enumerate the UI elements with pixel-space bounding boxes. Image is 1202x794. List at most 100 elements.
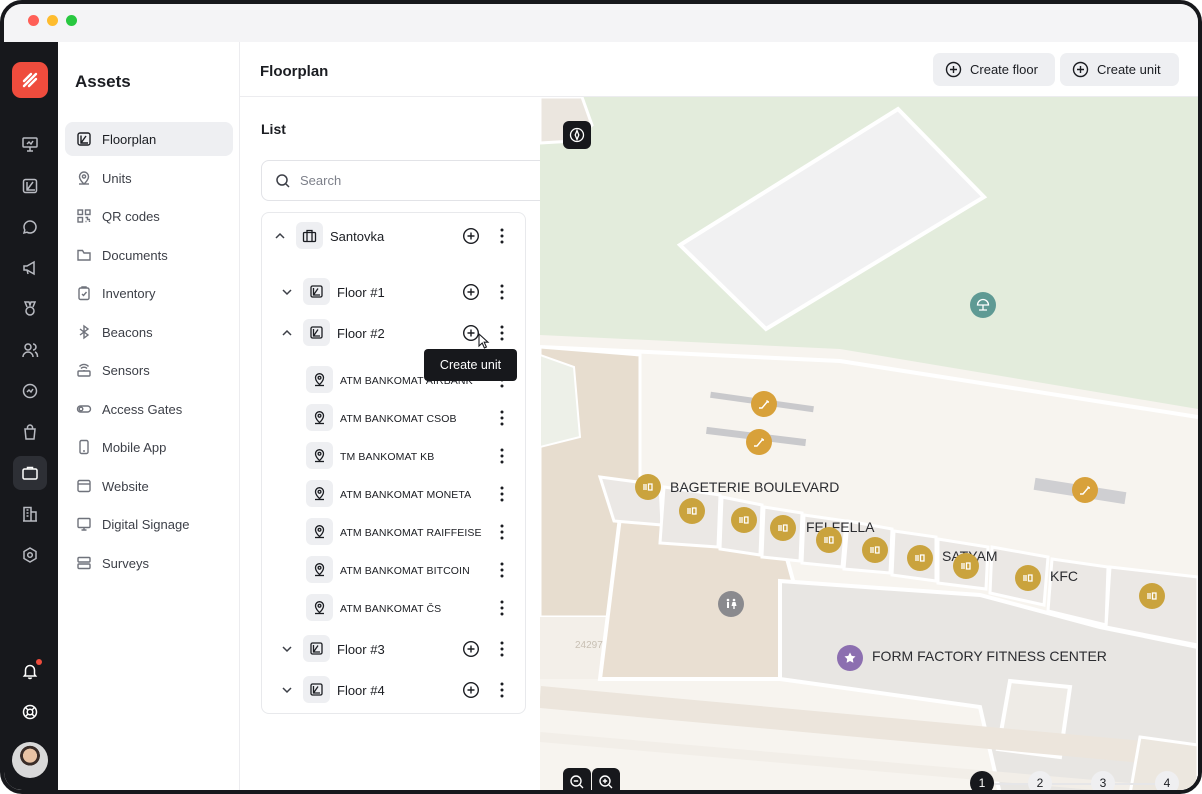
page-header: Floorplan Create floor Create unit [240, 42, 1198, 97]
escalator-poi-icon[interactable] [751, 391, 777, 417]
restaurant-poi-icon[interactable] [816, 527, 842, 553]
chevron-down-icon[interactable] [280, 285, 294, 299]
floorplan-icon[interactable] [13, 169, 47, 203]
restaurant-poi-icon[interactable] [1015, 565, 1041, 591]
restroom-poi-icon[interactable] [718, 591, 744, 617]
floorplan-icon [77, 132, 91, 146]
asset-tree: Santovka Floor #1 Floor #2 ATM BANKOMAT … [261, 212, 526, 714]
add-circle-icon[interactable] [462, 681, 480, 699]
zoom-out-button[interactable] [563, 768, 591, 790]
more-vertical-icon[interactable] [495, 447, 509, 465]
floor-page-button[interactable]: 2 [1028, 771, 1052, 790]
megaphone-icon[interactable] [13, 251, 47, 285]
maximize-window-dot[interactable] [66, 15, 77, 26]
sidebar-item-website[interactable]: Website [65, 469, 233, 503]
chevron-up-icon[interactable] [280, 326, 294, 340]
compass-button[interactable] [563, 121, 591, 149]
more-vertical-icon[interactable] [495, 409, 509, 427]
restaurant-poi-icon[interactable] [953, 553, 979, 579]
tree-row-unit[interactable]: ATM BANKOMAT CSOB [262, 401, 525, 435]
more-vertical-icon[interactable] [495, 283, 509, 301]
sidebar-item-mobile-app[interactable]: Mobile App [65, 430, 233, 464]
medal-icon[interactable] [13, 292, 47, 326]
map-pin-icon [78, 171, 90, 185]
more-vertical-icon[interactable] [495, 640, 509, 658]
support-icon[interactable] [13, 695, 47, 729]
sidebar-item-surveys[interactable]: Surveys [65, 546, 233, 580]
restaurant-poi-icon[interactable] [679, 498, 705, 524]
chevron-down-icon[interactable] [280, 642, 294, 656]
sidebar-item-documents[interactable]: Documents [65, 238, 233, 272]
sidebar-item-sensors[interactable]: Sensors [65, 353, 233, 387]
phone-icon [79, 439, 89, 455]
umbrella-poi-icon[interactable] [970, 292, 996, 318]
floor-page-button[interactable]: 1 [970, 771, 994, 790]
close-window-dot[interactable] [28, 15, 39, 26]
sidebar-item-qr-codes[interactable]: QR codes [65, 199, 233, 233]
more-vertical-icon[interactable] [495, 324, 509, 342]
tree-row-unit[interactable]: ATM BANKOMAT ČS [262, 591, 525, 625]
restaurant-poi-icon[interactable] [1139, 583, 1165, 609]
add-circle-icon[interactable] [462, 640, 480, 658]
chat-icon[interactable] [13, 210, 47, 244]
more-vertical-icon[interactable] [495, 599, 509, 617]
chevron-down-icon[interactable] [280, 683, 294, 697]
briefcase-icon[interactable] [13, 456, 47, 490]
unit-label: TM BANKOMAT KB [340, 451, 435, 463]
sidebar-item-floorplan[interactable]: Floorplan [65, 122, 233, 156]
chevron-up-icon[interactable] [273, 229, 287, 243]
tree-row-unit[interactable]: ATM BANKOMAT BITCOIN [262, 553, 525, 587]
unit-label: ATM BANKOMAT CSOB [340, 413, 457, 425]
escalator-poi-icon[interactable] [746, 429, 772, 455]
tree-row-floor[interactable]: Floor #4 [262, 673, 525, 707]
floorplan-map[interactable]: 24297 BAGETERIE BOULEVARD FELFELLA SATYA… [540, 97, 1198, 790]
user-avatar[interactable] [12, 742, 48, 778]
minimize-window-dot[interactable] [47, 15, 58, 26]
sidebar-item-digital-signage[interactable]: Digital Signage [65, 507, 233, 541]
shopping-bag-icon[interactable] [13, 415, 47, 449]
building-icon[interactable] [13, 497, 47, 531]
restaurant-poi-icon[interactable] [907, 545, 933, 571]
restaurant-poi-icon[interactable] [770, 515, 796, 541]
users-icon[interactable] [13, 333, 47, 367]
unit-label: ATM BANKOMAT RAIFFEISE [340, 527, 482, 539]
settings-icon[interactable] [13, 538, 47, 572]
sidebar-item-access-gates[interactable]: Access Gates [65, 392, 233, 426]
sidebar-item-inventory[interactable]: Inventory [65, 276, 233, 310]
create-unit-button[interactable]: Create unit [1060, 53, 1179, 86]
tree-row-unit[interactable]: ATM BANKOMAT MONETA [262, 477, 525, 511]
map-pin-icon [306, 366, 333, 393]
fitness-poi-icon[interactable] [837, 645, 863, 671]
floor-label: Floor #2 [337, 326, 385, 341]
monitor-icon [77, 517, 91, 531]
zoom-in-button[interactable] [592, 768, 620, 790]
logo-mark [22, 72, 38, 88]
floor-page-button[interactable]: 3 [1091, 771, 1115, 790]
restaurant-poi-icon[interactable] [635, 474, 661, 500]
more-vertical-icon[interactable] [495, 485, 509, 503]
sidebar-item-beacons[interactable]: Beacons [65, 315, 233, 349]
bell-icon[interactable] [13, 654, 47, 688]
tree-row-building[interactable]: Santovka [262, 219, 525, 253]
tree-row-floor[interactable]: Floor #3 [262, 632, 525, 666]
tree-row-unit[interactable]: ATM BANKOMAT RAIFFEISE [262, 515, 525, 549]
tree-row-unit[interactable]: TM BANKOMAT KB [262, 439, 525, 473]
add-circle-icon[interactable] [462, 227, 480, 245]
more-vertical-icon[interactable] [495, 523, 509, 541]
restaurant-poi-icon[interactable] [731, 507, 757, 533]
restaurant-poi-icon[interactable] [862, 537, 888, 563]
app-logo[interactable] [12, 62, 48, 98]
more-vertical-icon[interactable] [495, 227, 509, 245]
presentation-icon[interactable] [13, 127, 47, 161]
floor-page-button[interactable]: 4 [1155, 771, 1179, 790]
more-vertical-icon[interactable] [495, 561, 509, 579]
sidebar-item-units[interactable]: Units [65, 161, 233, 195]
sidebar-item-label: QR codes [102, 208, 160, 224]
add-circle-icon[interactable] [462, 283, 480, 301]
tree-row-floor[interactable]: Floor #1 [262, 275, 525, 309]
more-vertical-icon[interactable] [495, 681, 509, 699]
create-floor-button[interactable]: Create floor [933, 53, 1055, 86]
analytics-icon[interactable] [13, 374, 47, 408]
escalator-poi-icon[interactable] [1072, 477, 1098, 503]
tree-row-floor[interactable]: Floor #2 [262, 316, 525, 350]
